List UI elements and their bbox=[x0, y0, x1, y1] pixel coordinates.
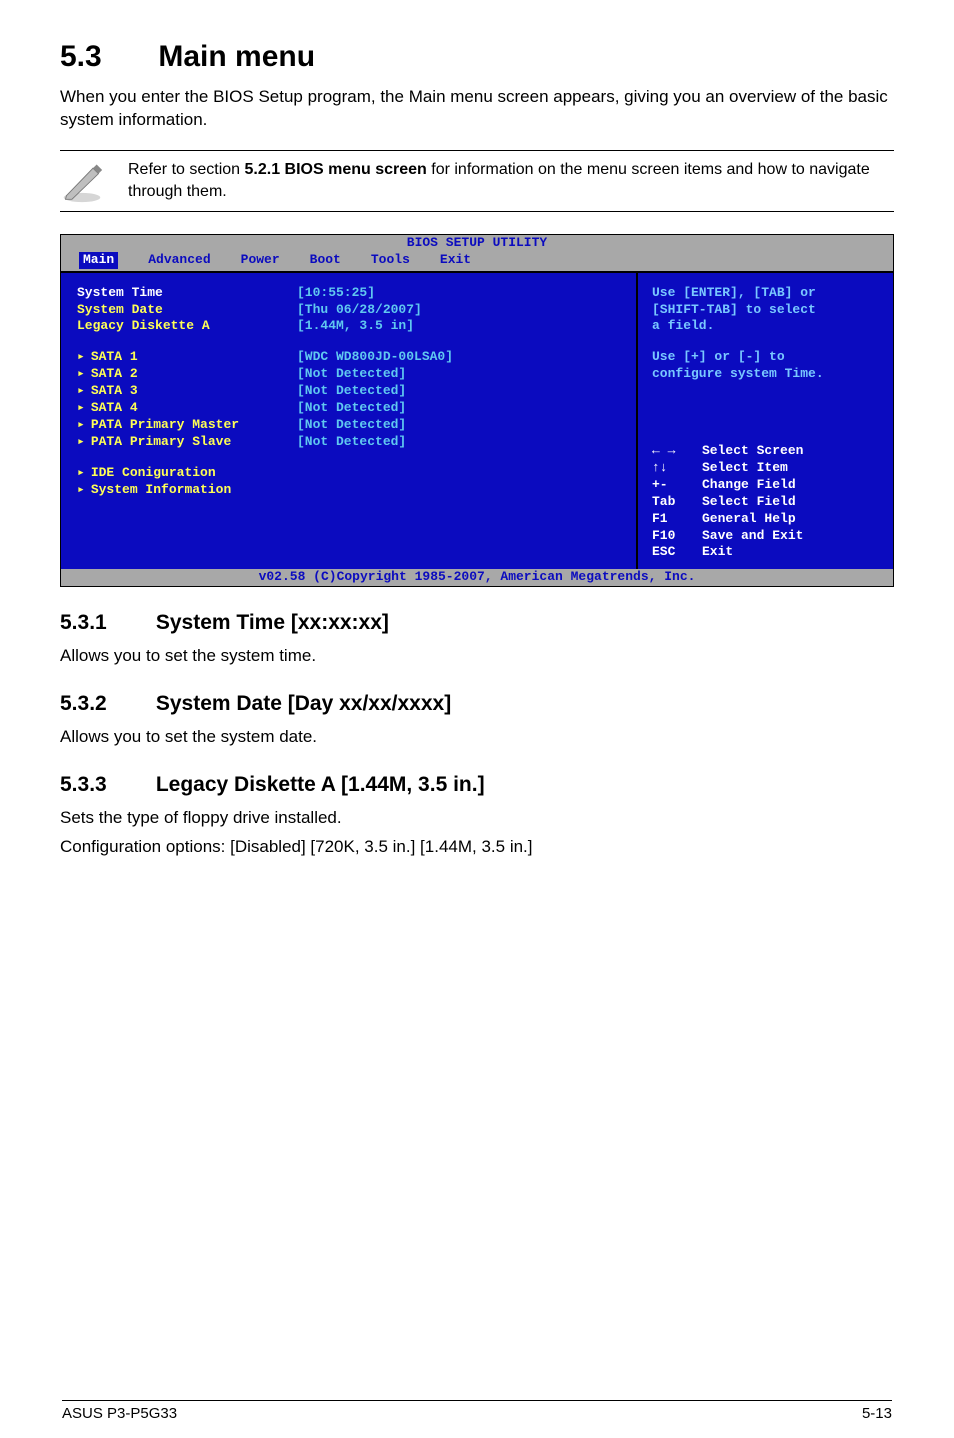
value: [Not Detected] bbox=[297, 434, 406, 451]
key: F1 bbox=[652, 511, 692, 528]
value: [Thu 06/28/2007] bbox=[297, 302, 422, 319]
bios-screen: BIOS SETUP UTILITY Main Advanced Power B… bbox=[60, 234, 894, 587]
bios-tab-tools[interactable]: Tools bbox=[371, 252, 410, 269]
section-heading: 5.3.1 System Time [xx:xx:xx] bbox=[60, 611, 894, 635]
page-footer: ASUS P3-P5G33 5-13 bbox=[62, 1400, 892, 1422]
label: System Date bbox=[77, 302, 297, 319]
label: SATA 1 bbox=[77, 349, 297, 366]
row-system-date[interactable]: System Date [Thu 06/28/2007] bbox=[77, 302, 620, 319]
row-sata2[interactable]: SATA 2[Not Detected] bbox=[77, 366, 620, 383]
bios-left-pane: System Time [10:55:25] System Date [Thu … bbox=[61, 271, 638, 570]
heading-title: Main menu bbox=[158, 40, 315, 73]
row-system-info[interactable]: System Information bbox=[77, 482, 620, 499]
pencil-icon bbox=[60, 159, 104, 203]
help-line: Use [ENTER], [TAB] or bbox=[652, 285, 879, 302]
label: SATA 4 bbox=[77, 400, 297, 417]
row-pata-slave[interactable]: PATA Primary Slave[Not Detected] bbox=[77, 434, 620, 451]
key: F10 bbox=[652, 528, 692, 545]
help-line: a field. bbox=[652, 318, 879, 335]
key-help: +- Change Field bbox=[652, 477, 879, 494]
help-line: [SHIFT-TAB] to select bbox=[652, 302, 879, 319]
value: [Not Detected] bbox=[297, 383, 406, 400]
section-num: 5.3.2 bbox=[60, 692, 150, 716]
label: PATA Primary Slave bbox=[77, 434, 297, 451]
key-label: Select Screen bbox=[702, 443, 803, 460]
row-sata4[interactable]: SATA 4[Not Detected] bbox=[77, 400, 620, 417]
section-num: 5.3.3 bbox=[60, 773, 150, 797]
key-help: ← → Select Screen bbox=[652, 443, 879, 460]
help-line: configure system Time. bbox=[652, 366, 879, 383]
label: SATA 2 bbox=[77, 366, 297, 383]
key-label: Select Item bbox=[702, 460, 788, 477]
section-title: System Time [xx:xx:xx] bbox=[156, 611, 389, 634]
value: [Not Detected] bbox=[297, 400, 406, 417]
note-text: Refer to section 5.2.1 BIOS menu screen … bbox=[128, 159, 894, 202]
key-label: Save and Exit bbox=[702, 528, 803, 545]
row-ide-config[interactable]: IDE Coniguration bbox=[77, 465, 620, 482]
value: [Not Detected] bbox=[297, 417, 406, 434]
section-num: 5.3.1 bbox=[60, 611, 150, 635]
bios-title: BIOS SETUP UTILITY bbox=[61, 235, 893, 252]
footer-left: ASUS P3-P5G33 bbox=[62, 1405, 177, 1422]
bios-tab-power[interactable]: Power bbox=[241, 252, 280, 269]
label: Legacy Diskette A bbox=[77, 318, 297, 335]
key-label: General Help bbox=[702, 511, 796, 528]
key-label: Select Field bbox=[702, 494, 796, 511]
footer-right: 5-13 bbox=[862, 1405, 892, 1422]
key: ↑↓ bbox=[652, 460, 692, 477]
help-line: Use [+] or [-] to bbox=[652, 349, 879, 366]
key-help: ESC Exit bbox=[652, 544, 879, 561]
key: ESC bbox=[652, 544, 692, 561]
bios-tab-advanced[interactable]: Advanced bbox=[148, 252, 210, 269]
key-label: Change Field bbox=[702, 477, 796, 494]
section-title: System Date [Day xx/xx/xxxx] bbox=[156, 692, 451, 715]
intro-paragraph: When you enter the BIOS Setup program, t… bbox=[60, 86, 894, 132]
bios-body: System Time [10:55:25] System Date [Thu … bbox=[61, 271, 893, 570]
bios-footer: v02.58 (C)Copyright 1985-2007, American … bbox=[61, 569, 893, 586]
section-title: Legacy Diskette A [1.44M, 3.5 in.] bbox=[156, 773, 485, 796]
key-help: F1 General Help bbox=[652, 511, 879, 528]
bios-tabs: Main Advanced Power Boot Tools Exit bbox=[61, 252, 893, 271]
section-body: Allows you to set the system time. bbox=[60, 645, 894, 668]
bios-right-pane: Use [ENTER], [TAB] or [SHIFT-TAB] to sel… bbox=[638, 271, 893, 570]
row-system-time[interactable]: System Time [10:55:25] bbox=[77, 285, 620, 302]
section-body: Allows you to set the system date. bbox=[60, 726, 894, 749]
label: PATA Primary Master bbox=[77, 417, 297, 434]
bios-tab-boot[interactable]: Boot bbox=[310, 252, 341, 269]
value: [Not Detected] bbox=[297, 366, 406, 383]
label: System Time bbox=[77, 285, 297, 302]
label: SATA 3 bbox=[77, 383, 297, 400]
bios-tab-main[interactable]: Main bbox=[79, 252, 118, 269]
bios-tab-exit[interactable]: Exit bbox=[440, 252, 471, 269]
note-pre: Refer to section bbox=[128, 161, 245, 178]
section-heading: 5.3.3 Legacy Diskette A [1.44M, 3.5 in.] bbox=[60, 773, 894, 797]
value: [10:55:25] bbox=[297, 285, 375, 302]
value: [WDC WD800JD-00LSA0] bbox=[297, 349, 453, 366]
row-sata1[interactable]: SATA 1[WDC WD800JD-00LSA0] bbox=[77, 349, 620, 366]
key: +- bbox=[652, 477, 692, 494]
value: [1.44M, 3.5 in] bbox=[297, 318, 414, 335]
row-legacy-diskette[interactable]: Legacy Diskette A [1.44M, 3.5 in] bbox=[77, 318, 620, 335]
key-help: Tab Select Field bbox=[652, 494, 879, 511]
bios-header: BIOS SETUP UTILITY Main Advanced Power B… bbox=[61, 235, 893, 271]
key-help: F10 Save and Exit bbox=[652, 528, 879, 545]
key: ← → bbox=[652, 443, 692, 460]
section-body: Configuration options: [Disabled] [720K,… bbox=[60, 836, 894, 859]
row-sata3[interactable]: SATA 3[Not Detected] bbox=[77, 383, 620, 400]
note-box: Refer to section 5.2.1 BIOS menu screen … bbox=[60, 150, 894, 212]
heading-number: 5.3 bbox=[60, 40, 150, 74]
key: Tab bbox=[652, 494, 692, 511]
page-heading: 5.3 Main menu bbox=[60, 40, 894, 74]
note-bold: 5.2.1 BIOS menu screen bbox=[245, 161, 427, 178]
section-heading: 5.3.2 System Date [Day xx/xx/xxxx] bbox=[60, 692, 894, 716]
section-body: Sets the type of floppy drive installed. bbox=[60, 807, 894, 830]
key-label: Exit bbox=[702, 544, 733, 561]
key-help: ↑↓ Select Item bbox=[652, 460, 879, 477]
row-pata-master[interactable]: PATA Primary Master[Not Detected] bbox=[77, 417, 620, 434]
